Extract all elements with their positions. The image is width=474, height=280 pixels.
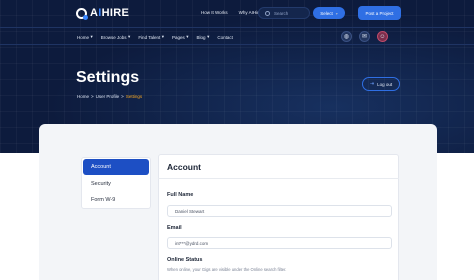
online-status-hint: When online, your Gigs are visible under… bbox=[167, 267, 287, 272]
breadcrumb-current: Settings bbox=[125, 94, 143, 99]
nav-icons: ◍ ✉ ☺ bbox=[341, 31, 388, 42]
breadcrumb-separator: > bbox=[121, 94, 124, 99]
full-name-field[interactable] bbox=[167, 205, 392, 217]
nav-item-browse-jobs[interactable]: Browse Jobs ▾ bbox=[101, 34, 131, 40]
message-icon[interactable]: ✉ bbox=[359, 31, 370, 42]
chevron-down-icon: ▾ bbox=[207, 34, 210, 39]
divider bbox=[158, 178, 399, 179]
chevron-down-icon: ▾ bbox=[90, 34, 93, 39]
logo-text: AIHIRE bbox=[90, 7, 130, 19]
logo-mark-icon bbox=[76, 7, 88, 20]
logout-label: Log out bbox=[377, 81, 393, 87]
sidebar-item-security[interactable]: Security bbox=[83, 176, 149, 192]
nav-item-label: Blog bbox=[196, 34, 206, 40]
chevron-down-icon: ▾ bbox=[161, 34, 165, 39]
search-icon bbox=[265, 10, 270, 16]
top-links: How It Works Why AIHire bbox=[201, 10, 261, 15]
nav-item-label: Contact bbox=[217, 34, 233, 40]
chevron-down-icon: ▾ bbox=[186, 34, 189, 39]
breadcrumb-separator: > bbox=[91, 94, 94, 99]
email-field[interactable] bbox=[167, 237, 392, 249]
logout-icon: ⇥ bbox=[369, 81, 375, 87]
chevron-down-icon: ▾ bbox=[335, 10, 338, 16]
link-how-it-works[interactable]: How It Works bbox=[201, 10, 228, 15]
section-title: Account bbox=[167, 162, 201, 172]
avatar[interactable]: ☺ bbox=[377, 31, 388, 42]
nav-item-blog[interactable]: Blog ▾ bbox=[197, 34, 210, 40]
full-name-label: Full Name bbox=[167, 192, 194, 198]
nav-item-label: Find Talent bbox=[138, 34, 161, 40]
nav-item-contact[interactable]: Contact bbox=[217, 34, 233, 40]
breadcrumb-home[interactable]: Home bbox=[77, 94, 89, 99]
sidebar-item-form-w9[interactable]: Form W-9 bbox=[83, 192, 149, 208]
main-nav: Home ▾ Browse Jobs ▾ Find Talent ▾ Pages ▾ B… bbox=[0, 27, 474, 45]
email-label: Email bbox=[167, 225, 182, 231]
nav-item-pages[interactable]: Pages ▾ bbox=[172, 34, 189, 40]
nav-item-label: Home bbox=[77, 34, 90, 40]
nav-item-home[interactable]: Home ▾ bbox=[77, 34, 93, 40]
breadcrumb-user-profile[interactable]: User Profile bbox=[96, 94, 120, 99]
online-status-label: Online Status bbox=[167, 257, 203, 263]
settings-sidebar: Account Security Form W-9 bbox=[81, 157, 151, 209]
search-box[interactable] bbox=[258, 7, 310, 19]
globe-icon[interactable]: ◍ bbox=[341, 31, 352, 42]
nav-item-find-talent[interactable]: Find Talent ▾ bbox=[138, 34, 164, 40]
chevron-down-icon: ▾ bbox=[128, 34, 131, 39]
top-bar: AIHIRE How It Works Why AIHire Select ▾ … bbox=[0, 0, 474, 27]
logo[interactable]: AIHIRE bbox=[76, 7, 130, 20]
post-project-button[interactable]: Post a Project bbox=[358, 6, 401, 20]
nav-item-label: Pages bbox=[172, 34, 185, 40]
sidebar-item-account[interactable]: Account bbox=[83, 159, 149, 175]
select-button[interactable]: Select ▾ bbox=[313, 7, 345, 19]
nav-item-label: Browse Jobs bbox=[100, 34, 127, 40]
nav-links: Home ▾ Browse Jobs ▾ Find Talent ▾ Pages ▾ B… bbox=[77, 34, 233, 40]
breadcrumb: Home > User Profile > Settings bbox=[77, 94, 142, 99]
search-input[interactable] bbox=[274, 9, 308, 17]
logout-button[interactable]: ⇥ Log out bbox=[362, 77, 400, 91]
select-button-label: Select bbox=[320, 10, 333, 16]
page-title: Settings bbox=[76, 69, 140, 86]
